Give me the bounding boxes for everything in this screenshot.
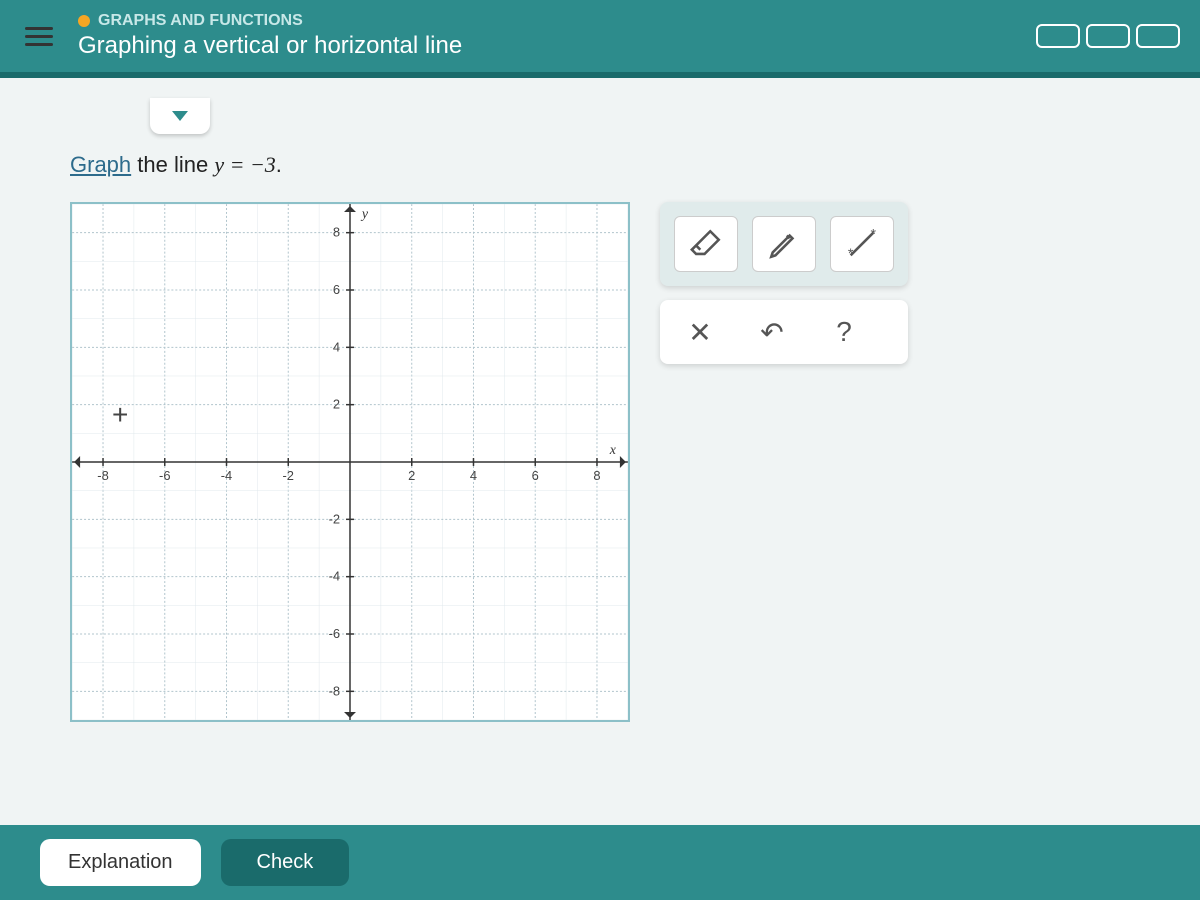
content-area: Graph the line y = −3. + -8-6-4-22468-8-… <box>0 78 1200 825</box>
drawing-tools-panel: * * <box>660 202 908 286</box>
category-dot-icon <box>78 15 90 27</box>
pencil-tool[interactable] <box>752 216 816 272</box>
help-button[interactable]: ? <box>812 308 876 356</box>
chevron-down-icon <box>172 111 188 121</box>
action-buttons-panel: ✕ ↶ ? <box>660 300 908 364</box>
svg-text:-6: -6 <box>329 626 340 641</box>
check-button[interactable]: Check <box>221 839 350 886</box>
work-area: + -8 -6 -4 -2 2 4 6 8 -8 -6 -4 -2 2 4 6 8 y x <box>70 202 1160 722</box>
category-text: GRAPHS AND FUNCTIONS <box>98 12 303 30</box>
svg-text:4: 4 <box>333 339 340 354</box>
window-button-3[interactable] <box>1136 24 1180 48</box>
page-title: Graphing a vertical or horizontal line <box>78 32 1016 60</box>
svg-text:-8: -8 <box>329 683 340 698</box>
graph-link[interactable]: Graph <box>70 152 131 177</box>
svg-text:-2: -2 <box>283 468 294 483</box>
close-icon: ✕ <box>688 316 711 349</box>
category-label: GRAPHS AND FUNCTIONS <box>78 12 1016 30</box>
footer-bar: Explanation Check <box>0 825 1200 900</box>
clear-button[interactable]: ✕ <box>668 308 732 356</box>
help-icon: ? <box>836 316 852 348</box>
eraser-icon <box>689 227 723 261</box>
app-header: GRAPHS AND FUNCTIONS Graphing a vertical… <box>0 0 1200 78</box>
window-button-2[interactable] <box>1086 24 1130 48</box>
svg-text:2: 2 <box>333 397 340 412</box>
window-controls <box>1036 24 1180 48</box>
svg-text:x: x <box>609 443 617 458</box>
svg-text:8: 8 <box>593 468 600 483</box>
svg-text:-6: -6 <box>159 468 170 483</box>
dropdown-tab[interactable] <box>150 98 210 134</box>
svg-text:4: 4 <box>470 468 477 483</box>
plus-cursor-icon: + <box>112 399 128 431</box>
line-tool[interactable]: * * <box>830 216 894 272</box>
tool-column: * * ✕ ↶ ? <box>660 202 908 364</box>
menu-icon[interactable] <box>20 22 58 51</box>
svg-text:-8: -8 <box>97 468 108 483</box>
eraser-tool[interactable] <box>674 216 738 272</box>
svg-text:y: y <box>360 207 369 222</box>
pencil-icon <box>767 227 801 261</box>
coordinate-grid: -8 -6 -4 -2 2 4 6 8 -8 -6 -4 -2 2 4 6 8 y x <box>72 204 628 720</box>
svg-text:-4: -4 <box>221 468 232 483</box>
graph-canvas[interactable]: + -8 -6 -4 -2 2 4 6 8 -8 -6 -4 -2 2 4 6 8 y x <box>70 202 630 722</box>
problem-statement: Graph the line y = −3. <box>70 152 1160 178</box>
undo-icon: ↶ <box>760 316 783 349</box>
svg-text:*: * <box>871 227 877 242</box>
svg-text:6: 6 <box>532 468 539 483</box>
svg-text:*: * <box>848 246 854 261</box>
svg-text:-2: -2 <box>329 511 340 526</box>
equation-text: y = −3 <box>214 152 275 177</box>
window-button-1[interactable] <box>1036 24 1080 48</box>
line-points-icon: * * <box>845 227 879 261</box>
header-text: GRAPHS AND FUNCTIONS Graphing a vertical… <box>78 12 1016 60</box>
svg-text:2: 2 <box>408 468 415 483</box>
svg-text:6: 6 <box>333 282 340 297</box>
explanation-button[interactable]: Explanation <box>40 839 201 886</box>
svg-text:-4: -4 <box>329 569 340 584</box>
undo-button[interactable]: ↶ <box>740 308 804 356</box>
svg-text:8: 8 <box>333 225 340 240</box>
